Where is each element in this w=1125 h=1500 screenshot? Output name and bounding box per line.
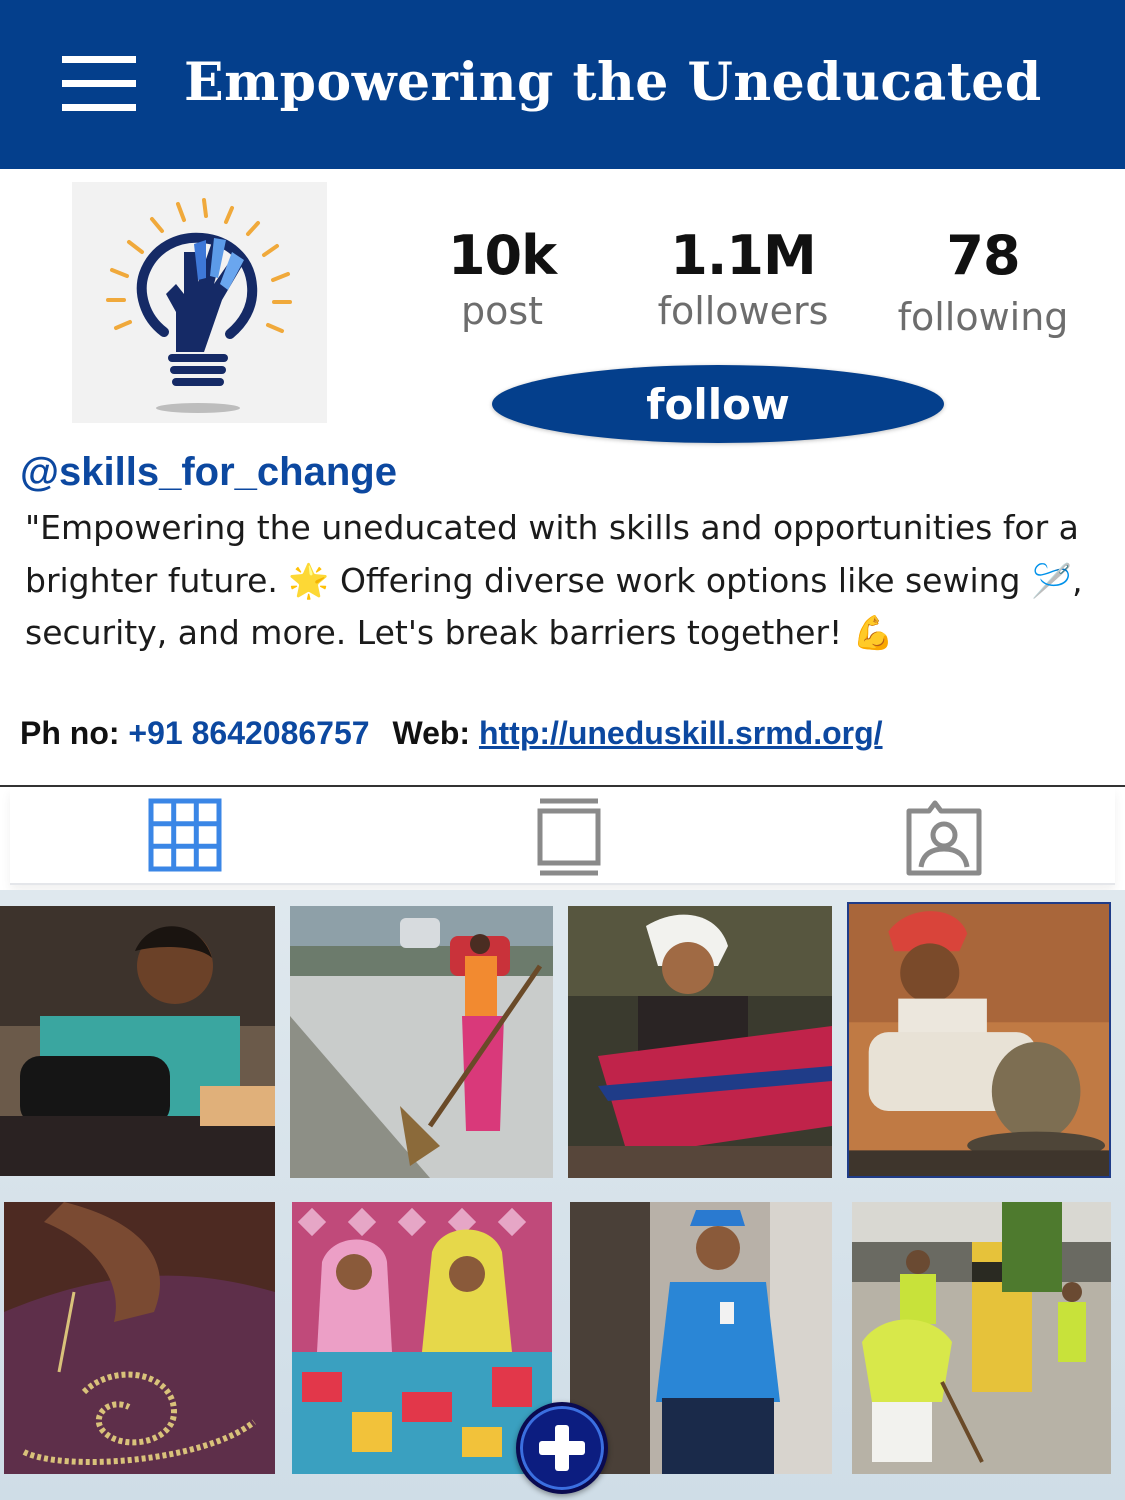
tab-posts-grid[interactable] [140,787,240,883]
website-link[interactable]: http://uneduskill.srmd.org/ [479,715,883,751]
gallery-photo-patchwork[interactable] [292,1202,552,1474]
tab-tagged[interactable] [885,787,985,883]
add-post-button[interactable] [516,1402,608,1494]
follow-button[interactable]: follow [492,365,944,443]
tagged-person-icon [906,800,982,876]
star-emoji-icon: 🌟 [288,560,330,600]
woman-weaving-photo-icon [568,906,832,1178]
gallery-photo-street-cleaning[interactable] [852,1202,1111,1474]
profile-tabs [10,787,1115,885]
stat-following[interactable]: 78 following [873,224,1093,339]
women-patchwork-photo-icon [292,1202,552,1474]
avatar[interactable] [72,182,327,423]
profile-bio: "Empowering the uneducated with skills a… [25,502,1095,660]
stat-posts[interactable]: 10k post [392,224,612,333]
web-label: Web: [392,715,471,751]
contact-line: Ph no: +91 8642086757 Web: http://unedus… [20,715,883,752]
street-cleaners-photo-icon [852,1202,1111,1474]
plus-icon [555,1425,569,1471]
hamburger-menu-icon[interactable] [62,56,136,112]
woman-sweeping-photo-icon [290,906,553,1178]
lightbulb-hand-logo [106,198,292,413]
phone-label: Ph no: [20,715,120,751]
woman-sewing-photo-icon [0,906,275,1176]
following-count: 78 [946,224,1020,287]
gallery-photo-weaving[interactable] [568,906,832,1178]
gallery-photo-sewing[interactable] [0,906,275,1176]
reels-icon [537,798,601,876]
profile-username[interactable]: @skills_for_change [20,450,397,495]
bio-text: Offering diverse work options like sewin… [329,560,1031,600]
page-title: Empowering the Uneducated [184,52,1042,113]
followers-count: 1.1M [670,224,816,287]
grid-icon [148,798,222,872]
security-guard-photo-icon [570,1202,832,1474]
phone-number[interactable]: +91 8642086757 [128,715,369,751]
stat-followers[interactable]: 1.1M followers [633,224,853,333]
flexed-arm-emoji-icon: 💪 [852,613,894,652]
tab-reels[interactable] [518,787,618,883]
posts-count: 10k [447,224,557,287]
gallery-photo-security-guard[interactable] [570,1202,832,1474]
gallery-photo-pottery[interactable] [847,902,1111,1178]
following-label: following [897,295,1069,339]
posts-label: post [460,289,544,333]
embroidery-photo-icon [4,1202,275,1474]
gallery-photo-embroidery[interactable] [4,1202,275,1474]
app-header: Empowering the Uneducated [0,0,1125,169]
gallery-photo-sweeping[interactable] [290,906,553,1178]
man-pottery-photo-icon [849,904,1109,1176]
followers-label: followers [657,289,829,333]
sewing-needle-emoji-icon: 🪡 [1031,560,1073,600]
